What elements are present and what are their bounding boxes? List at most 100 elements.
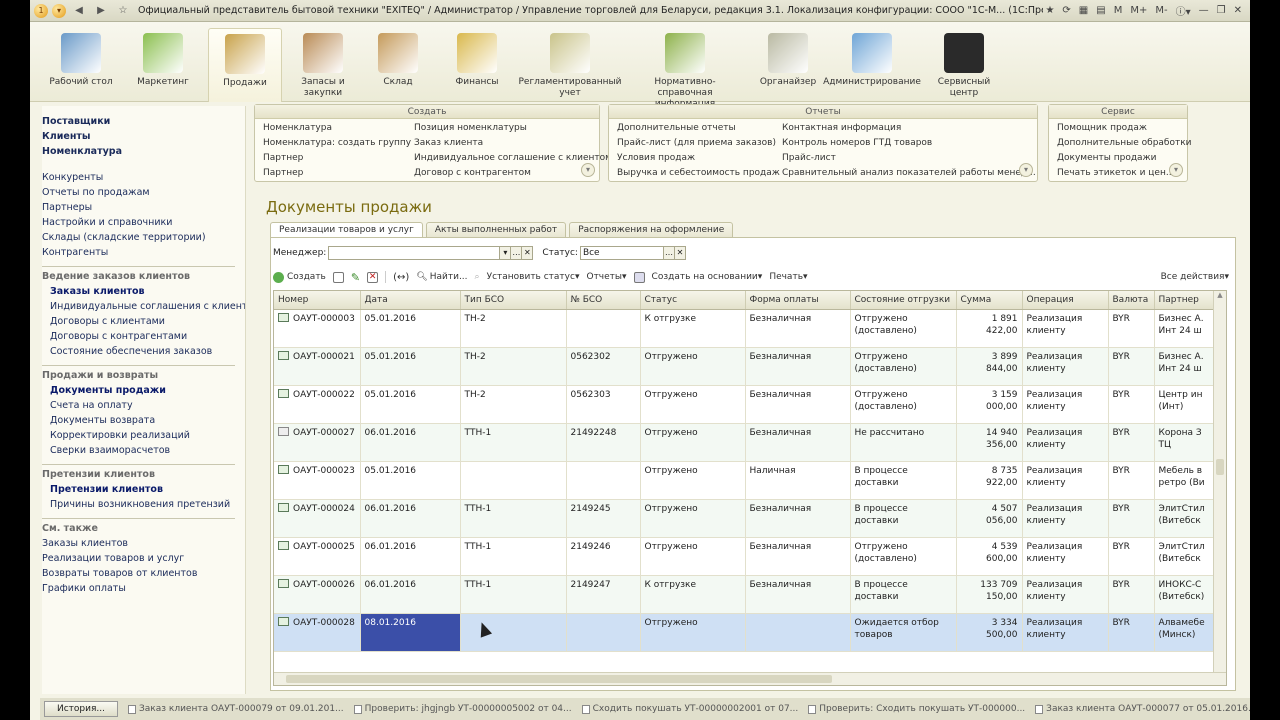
table-row[interactable]: ОАУТ-000003 05.01.2016 ТН-2 К отгрузке Безна…: [274, 309, 1215, 348]
find-button[interactable]: 🔍︎ Найти...: [416, 272, 467, 282]
ribbon-item[interactable]: Склад: [366, 28, 430, 88]
column-header[interactable]: Тип БСО: [460, 291, 567, 310]
star-icon[interactable]: ★: [1043, 5, 1056, 16]
table-row[interactable]: ОАУТ-000025 06.01.2016 ТТН-1 2149246 Отгруже…: [274, 537, 1215, 576]
copy-button[interactable]: [332, 271, 344, 283]
report-link[interactable]: Прайс-лист (для приема заказов): [617, 136, 780, 151]
create-based-button[interactable]: Создать на основании ▾: [652, 272, 763, 282]
see-also-link[interactable]: Возвраты товаров от клиентов: [42, 566, 245, 581]
nav-item[interactable]: Заказы клиентов: [42, 284, 245, 299]
clear-x-icon[interactable]: ✕: [673, 246, 686, 260]
expand-chevron-icon[interactable]: ▾: [1019, 163, 1033, 177]
cancel-search-button[interactable]: ⌕: [475, 272, 480, 282]
report-link[interactable]: Выручка и себестоимость продаж: [617, 166, 780, 181]
ribbon-item[interactable]: Рабочий стол: [44, 28, 118, 88]
h-scroll-thumb[interactable]: [286, 675, 832, 683]
column-header[interactable]: Состояние отгрузки: [850, 291, 957, 310]
column-header[interactable]: Форма оплаты: [745, 291, 851, 310]
ribbon-item[interactable]: Регламентированный учет: [518, 28, 622, 99]
report-link[interactable]: Контактная информация: [782, 121, 1036, 136]
dropdown-icon[interactable]: ▾: [52, 3, 66, 18]
nav-item[interactable]: Документы возврата: [42, 413, 245, 428]
close-icon[interactable]: ✕: [1232, 5, 1244, 16]
vertical-scrollbar[interactable]: ▲: [1213, 291, 1226, 685]
column-header[interactable]: Номер: [274, 291, 361, 310]
create-link[interactable]: Партнер: [263, 151, 411, 166]
table-row[interactable]: ОАУТ-000027 06.01.2016 ТТН-1 21492248 Отгруж…: [274, 423, 1215, 462]
app-menu-icon[interactable]: 1: [34, 3, 48, 18]
nav-item[interactable]: Сверки взаиморасчетов: [42, 443, 245, 458]
calendar-icon[interactable]: ▦: [1077, 5, 1090, 16]
nav-item[interactable]: Договоры с контрагентами: [42, 329, 245, 344]
create-link[interactable]: Номенклатура: создать группу: [263, 136, 411, 151]
clear-x-icon[interactable]: ✕: [521, 246, 534, 260]
reports-button[interactable]: Отчеты ▾: [586, 272, 626, 282]
nav-link[interactable]: Отчеты по продажам: [42, 185, 245, 200]
horizontal-scrollbar[interactable]: [274, 672, 1226, 685]
ribbon-item[interactable]: Органайзер: [756, 28, 820, 88]
table-row[interactable]: ОАУТ-000026 06.01.2016 ТТН-1 2149247 К отгру…: [274, 575, 1215, 614]
all-actions-button[interactable]: Все действия ▾: [1161, 272, 1229, 282]
taskbar-item[interactable]: Сходить покушать УТ-00000002001 от 07...: [581, 704, 798, 714]
nav-item[interactable]: Счета на оплату: [42, 398, 245, 413]
nav-item[interactable]: Индивидуальные соглашения с клиент...: [42, 299, 245, 314]
column-header[interactable]: Партнер: [1154, 291, 1215, 310]
ribbon-item[interactable]: Продажи: [208, 28, 282, 102]
ribbon-item[interactable]: Финансы: [438, 28, 516, 88]
status-field[interactable]: Все: [579, 246, 664, 260]
column-header[interactable]: Сумма: [956, 291, 1023, 310]
create-link[interactable]: Индивидуальное соглашение с клиентом: [414, 151, 612, 166]
table-row[interactable]: ОАУТ-000022 05.01.2016 ТН-2 0562303 Отгружен…: [274, 385, 1215, 424]
ribbon-item[interactable]: Запасы и закупки: [286, 28, 360, 99]
create-link[interactable]: Позиция номенклатуры: [414, 121, 612, 136]
table-row[interactable]: ОАУТ-000024 06.01.2016 ТТН-1 2149245 Отгруже…: [274, 499, 1215, 538]
nav-item[interactable]: Претензии клиентов: [42, 482, 245, 497]
report-link[interactable]: Условия продаж: [617, 151, 780, 166]
nav-link[interactable]: Конкуренты: [42, 170, 245, 185]
post-button[interactable]: (↔): [393, 272, 409, 283]
back-icon[interactable]: ◀: [70, 3, 88, 19]
set-status-button[interactable]: Установить статус ▾: [487, 272, 580, 282]
forward-icon[interactable]: ▶: [92, 3, 110, 19]
nav-item[interactable]: Состояние обеспечения заказов: [42, 344, 245, 359]
column-header[interactable]: Дата: [360, 291, 461, 310]
nav-item[interactable]: Корректировки реализаций: [42, 428, 245, 443]
taskbar-item[interactable]: Проверить: Сходить покушать УТ-000000...: [808, 704, 1025, 714]
nav-nomenclature[interactable]: Номенклатура: [42, 144, 245, 159]
nav-item[interactable]: Договоры с клиентами: [42, 314, 245, 329]
table-row[interactable]: ОАУТ-000028 08.01.2016 Отгружено Ожидается …: [274, 613, 1215, 652]
restore-icon[interactable]: ❐: [1215, 5, 1228, 16]
calc-icon[interactable]: ▤: [1094, 5, 1107, 16]
create-link[interactable]: Партнер: [263, 166, 411, 181]
tab-sales-realizations[interactable]: Реализации товаров и услуг: [270, 222, 423, 238]
column-header[interactable]: Операция: [1022, 291, 1109, 310]
mem-mplus[interactable]: M+: [1128, 5, 1149, 16]
nav-link[interactable]: Настройки и справочники: [42, 215, 245, 230]
create-link[interactable]: Номенклатура: [263, 121, 411, 136]
column-header[interactable]: Статус: [640, 291, 746, 310]
favorite-star-icon[interactable]: ☆: [114, 3, 132, 19]
info-icon[interactable]: ⓘ▾: [1174, 3, 1193, 18]
nav-clients[interactable]: Клиенты: [42, 129, 245, 144]
see-also-link[interactable]: Реализации товаров и услуг: [42, 551, 245, 566]
report-link[interactable]: Прайс-лист: [782, 151, 1036, 166]
ribbon-item[interactable]: Нормативно-справочная информация: [630, 28, 740, 110]
tab-acts[interactable]: Акты выполненных работ: [425, 222, 567, 238]
nav-item-current[interactable]: Документы продажи: [42, 383, 245, 398]
ribbon-item[interactable]: Маркетинг: [126, 28, 200, 88]
report-link[interactable]: Контроль номеров ГТД товаров: [782, 136, 1036, 151]
report-link[interactable]: Дополнительные отчеты: [617, 121, 780, 136]
print-button[interactable]: Печать ▾: [769, 272, 807, 282]
nav-link[interactable]: Контрагенты: [42, 245, 245, 260]
minimize-icon[interactable]: —: [1197, 5, 1211, 16]
tab-orders[interactable]: Распоряжения на оформление: [569, 222, 734, 238]
service-link[interactable]: Дополнительные обработки: [1057, 136, 1192, 151]
history-button[interactable]: История...: [44, 701, 118, 717]
ribbon-item[interactable]: Сервисный центр: [930, 28, 998, 99]
table-row[interactable]: ОАУТ-000023 05.01.2016 Отгружено Наличная В …: [274, 461, 1215, 500]
service-link[interactable]: Помощник продаж: [1057, 121, 1192, 136]
report-link[interactable]: Сравнительный анализ показателей работы …: [782, 166, 1036, 181]
scroll-thumb[interactable]: [1216, 459, 1224, 475]
expand-chevron-icon[interactable]: ▾: [1169, 163, 1183, 177]
create-link[interactable]: Заказ клиента: [414, 136, 612, 151]
